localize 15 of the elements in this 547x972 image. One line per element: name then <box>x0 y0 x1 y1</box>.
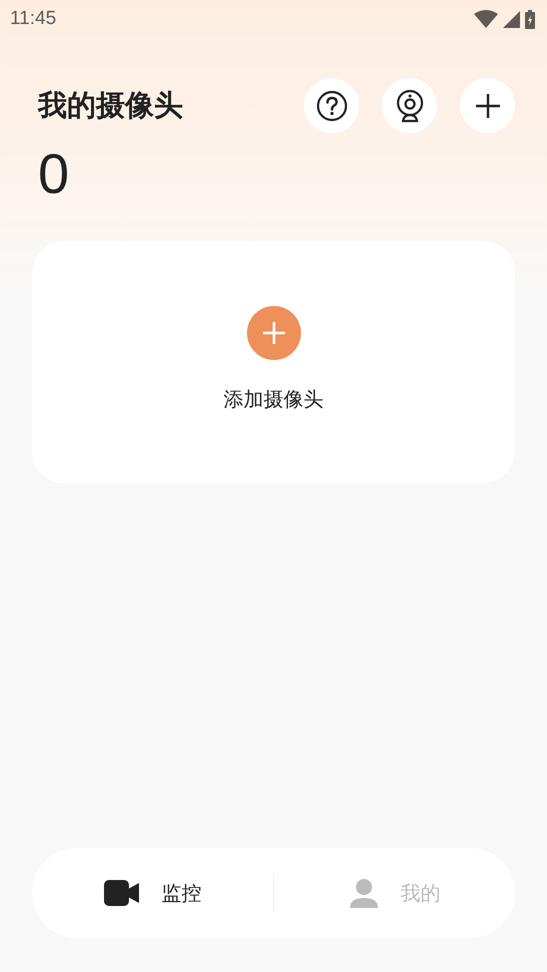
plus-icon <box>474 92 500 118</box>
camera-count: 0 <box>38 143 70 205</box>
add-camera-label: 添加摄像头 <box>224 386 324 413</box>
webcam-icon <box>394 88 424 122</box>
page-title: 我的摄像头 <box>38 86 183 124</box>
signal-icon <box>503 10 520 28</box>
battery-icon <box>525 10 535 28</box>
add-icon <box>246 306 300 360</box>
person-icon <box>348 878 378 908</box>
nav-tab[interactable]: 监控 <box>32 872 273 914</box>
status-time: 11:45 <box>10 8 56 30</box>
help-icon <box>316 90 348 122</box>
add-camera-card[interactable]: 添加摄像头 <box>32 240 515 483</box>
video-camera-icon <box>104 880 140 906</box>
wifi-icon <box>474 10 498 28</box>
